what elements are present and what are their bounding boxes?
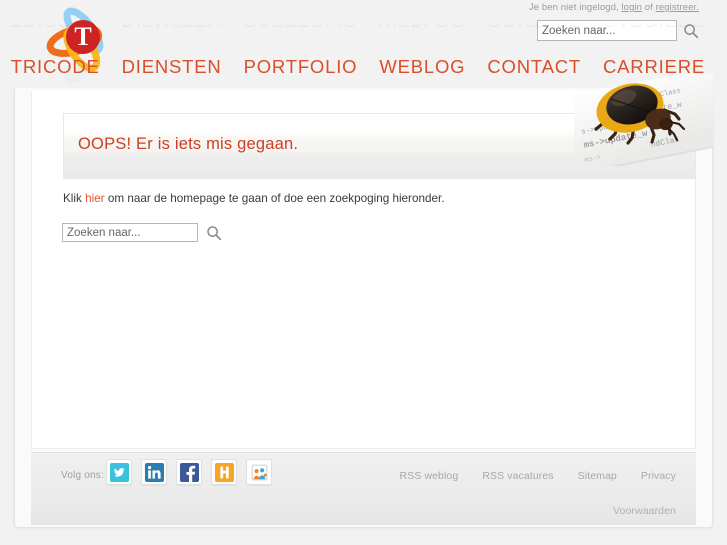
login-notice-prefix: Je ben niet ingelogd, [528,2,622,13]
logo-letter: T [74,22,91,51]
error-heading: OOPS! Er is iets mis gegaan. [78,135,299,153]
footer-link-voorwaarden[interactable]: Voorwaarden [613,505,676,517]
nav-reflection-item: PORTFOLIO [244,22,358,31]
nav-link[interactable]: TRICODE [11,56,100,78]
page-shell: OOPS! Er is iets mis gegaan. s->Class at… [14,74,713,528]
shell-bottom-edge [14,528,713,531]
social-links [106,459,272,485]
nav-link[interactable]: DIENSTEN [122,56,222,78]
hyves-icon[interactable] [211,459,237,485]
footer-links: RSS weblog RSS vacatures Sitemap Privacy [400,470,676,482]
twitter-icon[interactable] [106,459,132,485]
nav-link[interactable]: PORTFOLIO [244,56,358,78]
nav-item-diensten[interactable]: DIENSTEN [122,56,222,78]
header-search [537,20,699,41]
page-root: Je ben niet ingelogd, login of registree… [0,0,727,545]
header-search-input[interactable] [537,20,677,41]
nav-item-weblog[interactable]: WEBLOG [379,56,465,78]
login-notice-mid: of [642,2,656,13]
register-link[interactable]: registreer. [656,2,699,13]
nav-item-tricode[interactable]: TRICODE [11,56,100,78]
search-icon[interactable] [206,225,222,241]
nav-link[interactable]: WEBLOG [379,56,465,78]
nav-reflection-item: WEBLOG [379,22,465,31]
bug-photo: s->Class ate_w s->update_w ms->update_w … [574,74,713,166]
footer-link-rss-vacatures[interactable]: RSS vacatures [482,470,553,482]
homepage-link[interactable]: hier [85,192,105,205]
footer-link-sitemap[interactable]: Sitemap [578,470,617,482]
content-card: OOPS! Er is iets mis gegaan. s->Class at… [31,74,713,449]
footer-link-privacy[interactable]: Privacy [641,470,676,482]
login-notice: Je ben niet ingelogd, login of registree… [529,2,699,13]
help-text-suffix: om naar de homepage te gaan of doe een z… [104,192,445,205]
follow-label: Volg ons: [61,470,104,481]
nav-item-portfolio[interactable]: PORTFOLIO [244,56,358,78]
content-search [62,223,222,242]
nav-item-contact[interactable]: CONTACT [487,56,581,78]
footer-link-rss-weblog[interactable]: RSS weblog [400,470,459,482]
site-footer: Volg ons: RSS weblog RSS vacatures Sitem… [31,452,696,525]
help-text-prefix: Klik [63,192,86,205]
nav-link[interactable]: CONTACT [487,56,581,78]
help-text: Klik hier om naar de homepage te gaan of… [63,192,444,205]
community-icon[interactable] [246,459,272,485]
content-search-input[interactable] [62,223,198,242]
search-icon[interactable] [683,23,699,39]
linkedin-icon[interactable] [141,459,167,485]
login-link[interactable]: login [621,2,642,13]
facebook-icon[interactable] [176,459,202,485]
